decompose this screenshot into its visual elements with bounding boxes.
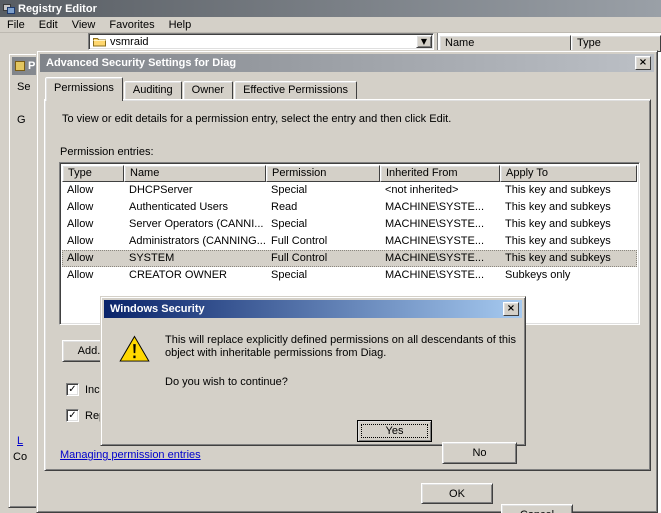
cell-permission: Special [271,184,308,196]
cell-inherited-from: <not inherited> [385,184,459,196]
security-dialog-titlebar[interactable]: Windows Security × [104,300,522,318]
chevron-down-icon: ▼ [420,36,428,46]
cell-apply-to: This key and subkeys [505,201,611,213]
cell-name: DHCPServer [129,184,193,196]
cell-permission: Special [271,269,308,281]
menu-view[interactable]: View [65,18,103,32]
cell-type: Allow [67,269,94,281]
tab-auditing[interactable]: Auditing [123,81,182,99]
permissions-dialog-icon [15,61,25,71]
cancel-button[interactable]: Cancel [501,504,573,513]
cell-inherited-from: MACHINE\SYSTE... [385,218,485,230]
cell-inherited-from: MACHINE\SYSTE... [385,252,485,264]
cell-apply-to: This key and subkeys [505,218,611,230]
registry-menubar: File Edit View Favorites Help [0,17,661,33]
permission-row[interactable]: Allow Authenticated Users Read MACHINE\S… [62,199,637,216]
cell-type: Allow [67,235,94,247]
cell-name: Server Operators (CANNI... [129,218,264,230]
cell-permission: Full Control [271,235,328,247]
col-header-type[interactable]: Type [62,165,124,182]
col-header-apply-to[interactable]: Apply To [500,165,637,182]
cell-inherited-from: MACHINE\SYSTE... [385,201,485,213]
permission-row[interactable]: Allow CREATOR OWNER Special MACHINE\SYST… [62,267,637,284]
col-header-name[interactable]: Name [124,165,266,182]
registry-editor-title: Registry Editor [18,2,97,15]
instruction-text: To view or edit details for a permission… [62,113,452,125]
bottom-text-fragment: Co [13,451,28,463]
cell-type: Allow [67,201,94,213]
cell-type: Allow [67,184,94,196]
tab-strip: Permissions Auditing Owner Effective Per… [45,77,358,101]
cell-apply-to: This key and subkeys [505,184,611,196]
permission-row[interactable]: Allow Administrators (CANNING... Full Co… [62,233,637,250]
tab-effective-permissions[interactable]: Effective Permissions [234,81,358,99]
combobox-dropdown-button[interactable]: ▼ [416,35,432,48]
check-icon: ✓ [68,409,77,421]
replace-permissions-checkbox[interactable]: ✓ [66,409,79,422]
cell-type: Allow [67,218,94,230]
group-label-fragment: G [17,114,26,126]
screen: Registry Editor File Edit View Favorites… [0,0,661,513]
tab-permissions[interactable]: Permissions [45,77,123,101]
menu-favorites[interactable]: Favorites [102,18,161,32]
cell-apply-to: Subkeys only [505,269,571,281]
registry-editor-icon [3,3,15,15]
include-inheritable-checkbox[interactable]: ✓ [66,383,79,396]
close-icon[interactable]: × [503,302,519,316]
menu-help[interactable]: Help [162,18,199,32]
cell-name: Administrators (CANNING... [129,235,266,247]
no-button[interactable]: No [442,442,517,464]
advanced-dialog-titlebar[interactable]: Advanced Security Settings for Diag × [40,54,654,72]
key-combobox[interactable]: vsmraid ▼ [88,33,434,50]
security-message: This will replace explicitly defined per… [165,334,516,359]
menu-edit[interactable]: Edit [32,18,65,32]
ok-button[interactable]: OK [421,483,493,504]
cell-inherited-from: MACHINE\SYSTE... [385,269,485,281]
cell-permission: Full Control [271,252,328,264]
check-icon: ✓ [68,383,77,395]
cell-inherited-from: MACHINE\SYSTE... [385,235,485,247]
windows-security-dialog: Windows Security × This will replace exp… [100,296,526,464]
permission-row[interactable]: Allow Server Operators (CANNI... Special… [62,216,637,233]
cell-permission: Special [271,218,308,230]
cell-type: Allow [67,252,94,264]
permission-table-header: Type Name Permission Inherited From Appl… [62,165,637,182]
link-fragment[interactable]: L [17,435,23,447]
cell-permission: Read [271,201,298,213]
cell-name: CREATOR OWNER [129,269,227,281]
security-dialog-title: Windows Security [110,303,205,315]
cell-apply-to: This key and subkeys [505,252,611,264]
menu-file[interactable]: File [0,18,32,32]
permission-row[interactable]: Allow DHCPServer Special <not inherited>… [62,182,637,199]
warning-icon [119,335,150,363]
folder-icon [93,36,106,47]
managing-permission-entries-link[interactable]: Managing permission entries [60,449,201,461]
permission-row-selected[interactable]: Allow SYSTEM Full Control MACHINE\SYSTE.… [62,250,637,267]
registry-editor-titlebar[interactable]: Registry Editor [0,0,661,17]
permission-entries-label: Permission entries: [60,146,154,158]
security-tab-fragment: Se [17,81,31,93]
yes-button[interactable]: Yes [357,420,432,442]
close-icon[interactable]: × [635,56,651,70]
cell-name: SYSTEM [129,252,175,264]
key-combobox-value: vsmraid [110,35,149,48]
cell-name: Authenticated Users [129,201,229,213]
cell-apply-to: This key and subkeys [505,235,611,247]
col-header-permission[interactable]: Permission [266,165,380,182]
advanced-dialog-title: Advanced Security Settings for Diag [46,57,237,69]
tab-owner[interactable]: Owner [182,81,234,99]
security-question: Do you wish to continue? [165,376,288,388]
col-header-inherited-from[interactable]: Inherited From [380,165,500,182]
